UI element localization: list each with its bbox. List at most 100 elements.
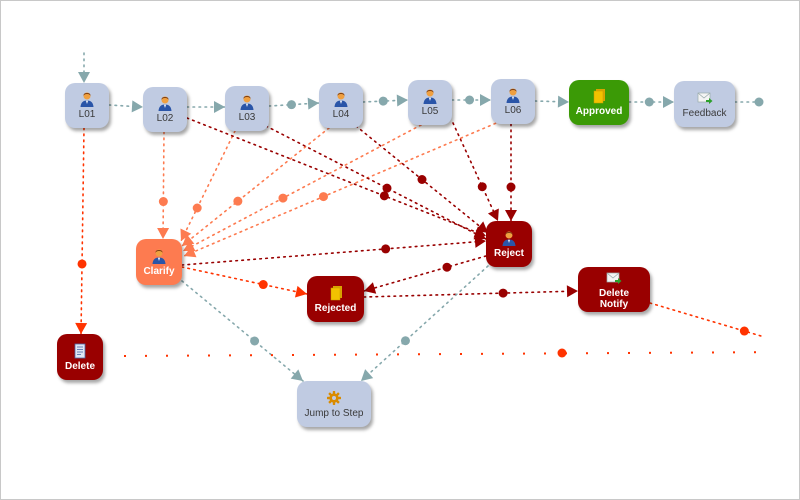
node-label: Jump to Step — [304, 407, 364, 419]
edge-dot — [439, 353, 441, 356]
user-icon — [423, 89, 437, 104]
arrow-head — [364, 282, 377, 294]
edge-handle — [250, 336, 260, 346]
node-rejected[interactable]: Rejected — [307, 276, 364, 322]
edge-handle — [400, 336, 410, 346]
edge-dot — [460, 352, 462, 355]
user-icon — [334, 92, 348, 107]
edge-dot — [502, 352, 504, 355]
node-l06[interactable]: L06 — [491, 79, 535, 124]
edge-handle — [379, 191, 389, 201]
edge-dot — [754, 351, 756, 354]
user-icon — [240, 95, 254, 110]
edge-delete — [80, 127, 85, 335]
edge-dot — [187, 354, 189, 357]
node-label: Clarify — [143, 265, 175, 277]
edge-handle — [233, 196, 243, 206]
edge-dot — [607, 352, 609, 355]
arrow-head — [131, 100, 143, 113]
edge-dot — [124, 355, 126, 357]
arrow-head — [307, 97, 319, 110]
edge-reject — [186, 117, 487, 237]
edge-dot — [313, 353, 315, 356]
edge-dot — [649, 351, 651, 354]
edge-handle — [278, 193, 288, 203]
node-jump-to-step[interactable]: Jump to Step — [297, 381, 371, 427]
node-delete-notify[interactable]: Delete Notify — [578, 267, 650, 312]
edge-dot — [628, 351, 630, 354]
user-icon — [152, 249, 166, 264]
edge-clarify — [183, 120, 502, 257]
arrow-head — [214, 101, 225, 113]
edge-handle — [77, 259, 87, 269]
arrow-head — [78, 72, 90, 83]
node-label: L05 — [421, 106, 439, 117]
edge-reject — [363, 290, 579, 298]
edge-delete — [181, 266, 308, 295]
node-label: Rejected — [314, 302, 357, 314]
node-label: L04 — [332, 109, 350, 120]
edge-handle — [258, 280, 268, 290]
edge-dot — [166, 354, 168, 357]
edge-dot — [691, 351, 693, 354]
arrow-head — [557, 95, 569, 108]
edge-dot — [229, 354, 231, 357]
edge-reject — [265, 125, 487, 240]
node-l02[interactable]: L02 — [143, 87, 187, 132]
node-label: Approved — [575, 106, 623, 117]
node-label: L06 — [504, 105, 522, 116]
arrow-head — [396, 94, 408, 107]
edge-handle — [381, 244, 391, 254]
edge-clarify — [180, 130, 236, 242]
edge-handle — [417, 175, 427, 184]
edge-dot — [145, 354, 147, 357]
edge-handle — [465, 95, 475, 105]
arrow-head — [75, 322, 88, 334]
edge-approve — [360, 265, 489, 382]
node-reject[interactable]: Reject — [486, 221, 532, 267]
user-icon — [506, 88, 520, 103]
arrow-head — [294, 285, 307, 298]
edge-handle — [318, 192, 328, 202]
gear-icon — [327, 390, 341, 405]
arrow-head — [566, 285, 578, 298]
edge-handle — [477, 182, 487, 192]
node-l03[interactable]: L03 — [225, 86, 269, 131]
edge-handle — [739, 326, 749, 336]
edge-reject — [452, 122, 499, 222]
node-l04[interactable]: L04 — [319, 83, 363, 128]
folder-icon — [330, 285, 342, 300]
edge-dot — [481, 352, 483, 355]
node-label: Delete — [64, 360, 95, 372]
node-clarify[interactable]: Clarify — [136, 239, 182, 285]
edge-handle — [644, 97, 654, 107]
node-feedback[interactable]: Feedback — [674, 81, 735, 127]
arrow-head — [505, 210, 517, 221]
edge-dot — [250, 354, 252, 357]
node-label: Delete Notify — [598, 287, 629, 310]
edge-dot — [334, 353, 336, 356]
edge-dot — [355, 353, 357, 356]
edge-dot — [544, 352, 546, 355]
edge-handle — [754, 97, 764, 107]
user-icon — [80, 92, 94, 107]
arrow-head — [480, 94, 491, 106]
edge-dot — [712, 351, 714, 354]
edge-handle — [506, 182, 516, 192]
folder-icon — [593, 89, 605, 104]
edge-clarify — [162, 131, 165, 240]
edge-dot — [292, 353, 294, 356]
arrow-head — [663, 96, 674, 108]
edge-dot — [670, 351, 672, 354]
edge-dot — [523, 352, 525, 355]
node-l05[interactable]: L05 — [408, 80, 452, 125]
node-delete[interactable]: Delete — [57, 334, 103, 380]
edge-handle — [378, 96, 388, 106]
node-approved[interactable]: Approved — [569, 80, 629, 125]
edge-dot — [397, 353, 399, 356]
document-icon — [74, 343, 86, 358]
workflow-canvas[interactable]: L01 L02 L03 L04 L05 L06 Approved Feedbac… — [0, 0, 800, 500]
mail-icon — [697, 92, 712, 104]
edge-reject — [181, 240, 487, 266]
node-l01[interactable]: L01 — [65, 83, 109, 128]
